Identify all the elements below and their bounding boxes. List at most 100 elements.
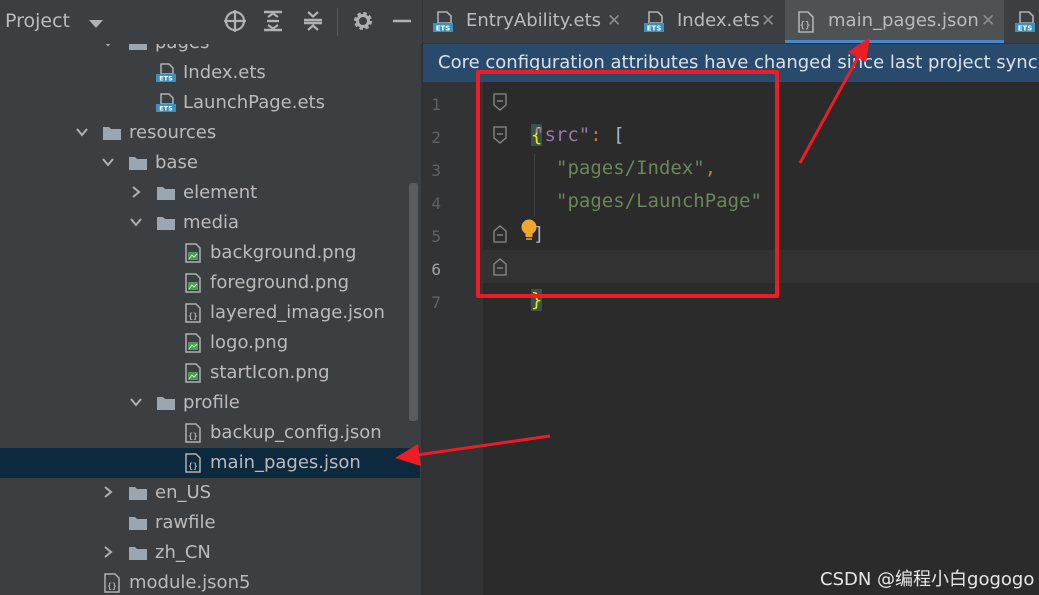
line-number-current: 6	[431, 260, 441, 279]
folder-icon	[129, 487, 147, 500]
svg-text:ETS: ETS	[436, 25, 451, 33]
tree-item[interactable]: ETS Index.ets	[0, 58, 420, 88]
ets-file-icon: ETS	[156, 93, 176, 113]
tree-item[interactable]: {} module.json5	[0, 568, 420, 595]
tree-item-label: background.png	[210, 242, 357, 263]
line-number-gutter: 1 2 3 4 5 6 7	[423, 82, 483, 595]
project-tree: pagesETSIndex.etsETSLaunchPage.etsresour…	[0, 0, 422, 595]
tab-close-icon[interactable]: ✕	[981, 11, 995, 31]
tab-main-pages[interactable]: {} main_pages.json ✕	[785, 0, 1004, 43]
line-number: 7	[431, 293, 441, 312]
tree-item[interactable]: background.png	[0, 238, 420, 268]
folder-icon	[157, 397, 175, 410]
tree-item[interactable]: logo.png	[0, 328, 420, 358]
tab-label: Index.ets	[677, 10, 760, 31]
project-title[interactable]: Project	[5, 10, 70, 32]
ets-file-icon: ETS	[644, 11, 664, 33]
json-file-icon: {}	[185, 453, 201, 473]
tree-item[interactable]: profile	[0, 388, 420, 418]
tree-item[interactable]: {} main_pages.json	[0, 448, 420, 478]
hide-minus-icon[interactable]	[390, 9, 414, 33]
svg-text:ETS: ETS	[647, 25, 662, 33]
ets-file-icon: ETS	[433, 11, 453, 33]
tab-entryability[interactable]: ETS EntryAbility.ets ✕	[423, 0, 634, 43]
svg-text:{}: {}	[107, 582, 117, 591]
tab-close-icon[interactable]: ✕	[761, 11, 775, 31]
json-file-icon: {}	[185, 423, 201, 443]
dropdown-caret-icon[interactable]	[84, 12, 108, 36]
tree-item[interactable]: resources	[0, 118, 420, 148]
folder-icon	[157, 187, 175, 200]
svg-text:ETS: ETS	[159, 105, 173, 113]
chevron-right-icon[interactable]	[101, 485, 115, 499]
project-header: Project	[0, 0, 422, 44]
json-file-icon: {}	[798, 11, 814, 33]
tree-item[interactable]: zh_CN	[0, 538, 420, 568]
folder-icon	[157, 217, 175, 230]
active-tab-underline	[785, 40, 1004, 43]
image-file-icon	[185, 363, 201, 383]
locate-target-icon[interactable]	[223, 9, 247, 33]
svg-text:{}: {}	[188, 432, 198, 441]
chevron-down-icon[interactable]	[129, 395, 143, 409]
json-file-icon: {}	[104, 573, 120, 593]
watermark: CSDN @编程小白gogogo	[820, 569, 1035, 590]
svg-text:ETS: ETS	[1018, 25, 1033, 33]
tree-item[interactable]: ETS LaunchPage.ets	[0, 88, 420, 118]
project-panel: pagesETSIndex.etsETSLaunchPage.etsresour…	[0, 0, 422, 595]
folder-icon	[129, 157, 147, 170]
tab-close-icon[interactable]: ✕	[607, 11, 621, 31]
tree-item[interactable]: en_US	[0, 478, 420, 508]
tab-index[interactable]: ETS Index.ets ✕	[634, 0, 784, 43]
tree-item-label: module.json5	[129, 572, 251, 593]
image-file-icon	[185, 273, 201, 293]
tree-item-label: profile	[183, 392, 240, 413]
tree-item-label: startIcon.png	[210, 362, 330, 383]
chevron-right-icon[interactable]	[101, 545, 115, 559]
header-separator	[337, 8, 338, 36]
line-number: 5	[431, 227, 441, 246]
folder-icon	[129, 517, 147, 530]
tree-item-label: foreground.png	[210, 272, 350, 293]
tab-label: main_pages.json	[828, 10, 979, 31]
tab-overflow[interactable]: ETS	[1005, 0, 1039, 43]
folder-icon	[129, 547, 147, 560]
chevron-right-icon[interactable]	[129, 185, 143, 199]
tree-item-label: base	[155, 152, 198, 173]
tree-item-label: media	[183, 212, 240, 233]
image-file-icon	[185, 243, 201, 263]
tree-item-label: backup_config.json	[210, 422, 382, 443]
tree-item-label: layered_image.json	[210, 302, 385, 323]
tree-item[interactable]: rawfile	[0, 508, 420, 538]
tree-item[interactable]: element	[0, 178, 420, 208]
tree-item[interactable]: base	[0, 148, 420, 178]
tree-scrollbar[interactable]	[409, 183, 418, 421]
tree-item-label: zh_CN	[155, 542, 211, 563]
tree-item[interactable]: startIcon.png	[0, 358, 420, 388]
folder-icon	[103, 127, 121, 140]
svg-text:{}: {}	[188, 312, 198, 321]
json-file-icon: {}	[185, 303, 201, 323]
chevron-down-icon[interactable]	[101, 155, 115, 169]
svg-text:{}: {}	[800, 21, 811, 31]
expand-all-icon[interactable]	[261, 9, 285, 33]
image-file-icon	[185, 333, 201, 353]
gear-icon[interactable]	[351, 9, 375, 33]
tree-item[interactable]: media	[0, 208, 420, 238]
chevron-down-icon[interactable]	[129, 215, 143, 229]
tree-item[interactable]: {} backup_config.json	[0, 418, 420, 448]
tree-item-label: main_pages.json	[210, 452, 361, 473]
line-number: 3	[431, 161, 441, 180]
tree-item-label: element	[183, 182, 258, 203]
tree-item[interactable]: {} layered_image.json	[0, 298, 420, 328]
ets-file-icon: ETS	[156, 63, 176, 83]
editor-tab-bar: ETS EntryAbility.ets ✕ ETS Index.ets ✕ {…	[423, 0, 1039, 44]
collapse-all-icon[interactable]	[301, 9, 325, 33]
svg-text:ETS: ETS	[159, 75, 173, 83]
tree-item-label: logo.png	[210, 332, 289, 353]
tree-item-label: rawfile	[155, 512, 216, 533]
tree-item[interactable]: foreground.png	[0, 268, 420, 298]
chevron-down-icon[interactable]	[75, 125, 89, 139]
line-number: 2	[431, 128, 441, 147]
annotation-highlight-box	[476, 70, 779, 298]
